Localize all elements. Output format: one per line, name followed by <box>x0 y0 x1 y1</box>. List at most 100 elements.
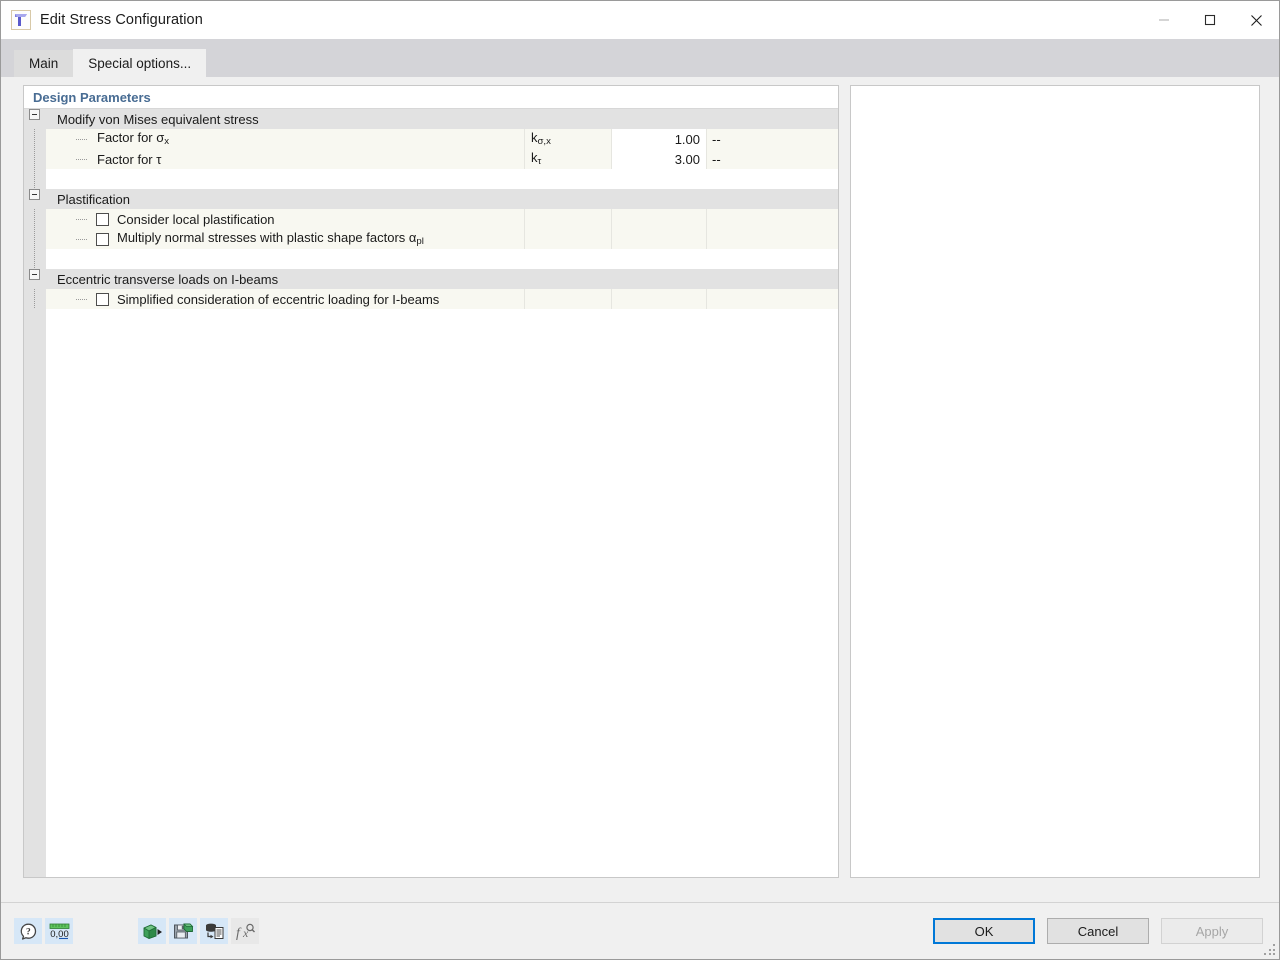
row-label-cell: Multiply normal stresses with plastic sh… <box>46 229 525 249</box>
tree-gutter <box>24 269 46 289</box>
collapse-toggle-icon[interactable] <box>29 189 40 200</box>
grid-title: Design Parameters <box>24 86 838 109</box>
tree-connector <box>76 239 88 240</box>
section-label: Plastification <box>57 191 130 207</box>
row-symbol: kτ <box>531 150 542 168</box>
row-label-cell: Factor for τ <box>46 149 525 169</box>
dialog-body: Design Parameters Modify von Mises equiv… <box>1 77 1279 902</box>
tree-gutter <box>24 229 46 249</box>
row-symbol: kσ,x <box>531 130 551 148</box>
section-spacer-cell <box>612 269 707 289</box>
section-spacer-cell <box>707 189 838 209</box>
grid-row[interactable]: Factor for σx kσ,x 1.00 -- <box>24 129 838 149</box>
cancel-button[interactable]: Cancel <box>1047 918 1149 944</box>
grid-section-header[interactable]: Modify von Mises equivalent stress <box>24 109 838 129</box>
tree-gutter <box>24 189 46 209</box>
dialog-buttons: OK Cancel Apply <box>933 918 1263 944</box>
section-label: Modify von Mises equivalent stress <box>57 111 259 127</box>
row-label: Factor for σx <box>97 130 170 148</box>
section-spacer-cell <box>525 269 612 289</box>
section-spacer-cell <box>612 189 707 209</box>
row-symbol-cell <box>525 229 612 249</box>
minimize-button[interactable] <box>1141 1 1187 39</box>
row-checkbox[interactable] <box>96 292 109 306</box>
help-icon[interactable]: ? <box>14 918 42 944</box>
row-value-cell[interactable] <box>612 209 707 229</box>
row-symbol-cell <box>525 289 612 309</box>
row-value-cell[interactable] <box>612 289 707 309</box>
section-spacer-cell <box>707 109 838 129</box>
tree-gutter <box>24 129 46 149</box>
resize-grip[interactable] <box>1264 944 1276 956</box>
row-label: Factor for τ <box>97 151 162 167</box>
edit-stress-configuration-dialog: Edit Stress Configuration Main Special o… <box>0 0 1280 960</box>
grid-row[interactable]: Multiply normal stresses with plastic sh… <box>24 229 838 249</box>
grid-row[interactable]: Consider local plastification <box>24 209 838 229</box>
grid-spacer-row <box>24 169 838 189</box>
tree-gutter <box>24 329 46 877</box>
row-checkbox[interactable] <box>96 212 109 226</box>
row-unit-cell <box>707 289 838 309</box>
units-decimal-places-icon[interactable]: 0,00 <box>45 918 73 944</box>
collapse-toggle-icon[interactable] <box>29 109 40 120</box>
section-spacer-cell <box>525 189 612 209</box>
formula-fx-icon[interactable]: f x <box>231 918 259 944</box>
svg-text:f: f <box>236 926 242 941</box>
section-spacer-cell <box>707 269 838 289</box>
window-title: Edit Stress Configuration <box>40 12 203 28</box>
save-icon[interactable] <box>169 918 197 944</box>
database-to-document-icon[interactable] <box>200 918 228 944</box>
grid-spacer-cell <box>46 249 838 269</box>
grid-section-header[interactable]: Plastification <box>24 189 838 209</box>
row-label: Multiply normal stresses with plastic sh… <box>117 230 424 248</box>
row-symbol-cell <box>525 209 612 229</box>
grid-filler-cell <box>46 329 838 877</box>
grid-filler <box>24 329 838 877</box>
design-parameters-panel: Design Parameters Modify von Mises equiv… <box>23 85 839 878</box>
grid-row[interactable]: Factor for τ kτ 3.00 -- <box>24 149 838 169</box>
close-button[interactable] <box>1233 1 1279 39</box>
section-spacer-cell <box>612 109 707 129</box>
tab-special-options[interactable]: Special options... <box>73 49 207 77</box>
tree-connector <box>76 219 88 220</box>
row-label-cell: Consider local plastification <box>46 209 525 229</box>
maximize-button[interactable] <box>1187 1 1233 39</box>
grid-section-header[interactable]: Eccentric transverse loads on I-beams <box>24 269 838 289</box>
grid-spacer-row <box>24 309 838 329</box>
tree-gutter <box>24 109 46 129</box>
toolbar-left: ? 0,00 <box>14 918 76 944</box>
ok-button[interactable]: OK <box>933 918 1035 944</box>
row-value-cell[interactable]: 3.00 <box>612 149 707 169</box>
tree-gutter <box>24 149 46 169</box>
import-icon[interactable] <box>138 918 166 944</box>
svg-text:x: x <box>242 926 249 940</box>
grid-spacer-row <box>24 249 838 269</box>
collapse-toggle-icon[interactable] <box>29 269 40 280</box>
row-label-cell: Simplified consideration of eccentric lo… <box>46 289 525 309</box>
window-controls <box>1141 1 1279 39</box>
tree-connector <box>76 299 88 300</box>
row-symbol-cell: kσ,x <box>525 129 612 149</box>
title-bar: Edit Stress Configuration <box>1 1 1279 39</box>
tab-strip: Main Special options... <box>1 39 1279 77</box>
section-spacer-cell <box>525 109 612 129</box>
row-value-cell[interactable] <box>612 229 707 249</box>
row-unit-cell <box>707 209 838 229</box>
tree-gutter <box>24 209 46 229</box>
row-value-cell[interactable]: 1.00 <box>612 129 707 149</box>
row-checkbox[interactable] <box>96 232 109 246</box>
grid-row[interactable]: Simplified consideration of eccentric lo… <box>24 289 838 309</box>
tree-gutter <box>24 169 46 189</box>
apply-button: Apply <box>1161 918 1263 944</box>
grid-spacer-cell <box>46 169 838 189</box>
t-beam-section-icon <box>11 10 31 30</box>
row-unit-cell <box>707 229 838 249</box>
parameters-grid: Modify von Mises equivalent stress Factor… <box>24 109 838 877</box>
row-label: Consider local plastification <box>117 211 275 227</box>
row-unit-cell: -- <box>712 151 721 167</box>
preview-panel <box>850 85 1260 878</box>
tree-connector <box>76 159 88 160</box>
tab-main[interactable]: Main <box>14 50 74 77</box>
row-symbol-cell: kτ <box>525 149 612 169</box>
row-label: Simplified consideration of eccentric lo… <box>117 291 440 307</box>
